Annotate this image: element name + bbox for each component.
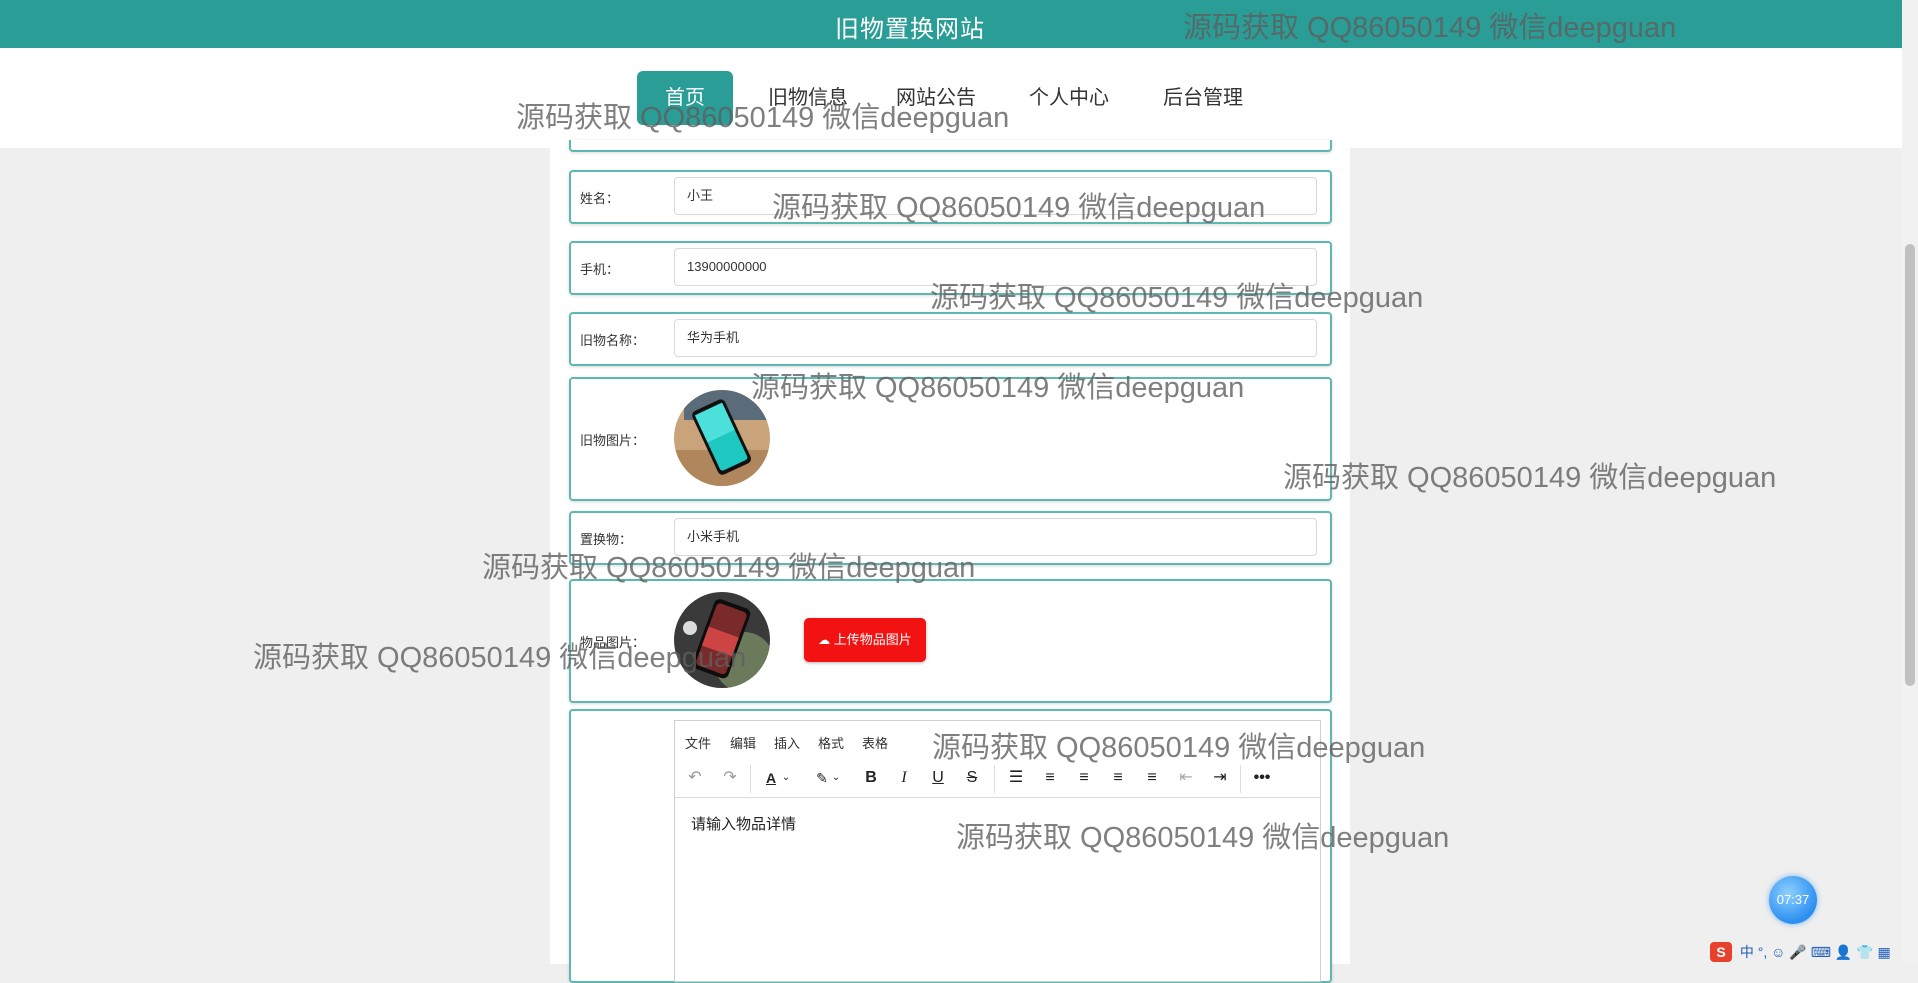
chevron-down-icon[interactable]: ⌄ [829,765,843,791]
align-left-icon[interactable]: ≡ [1037,765,1063,791]
cloud-upload-icon: ☁ [818,633,831,647]
exchange-input[interactable]: 小米手机 [674,518,1317,556]
align-center-icon[interactable]: ≡ [1071,765,1097,791]
form-row-goods-image: 物品图片： ☁ 上传物品图片 [569,579,1332,703]
form-row-name: 姓名： 小王 [569,170,1332,224]
keyboard-icon: ⌨ [1810,944,1831,960]
ime-status: 中 °, [1739,944,1768,960]
nav-user-center[interactable]: 个人中心 [1021,71,1117,125]
align-justify-icon[interactable]: ≡ [1139,765,1165,791]
ime-toolbar[interactable]: S 中 °, ☺ 🎤 ⌨ 👤 👕 ▦ [1710,942,1891,962]
menu-edit[interactable]: 编辑 [730,733,756,752]
item-name-input[interactable]: 华为手机 [674,319,1317,357]
toolbar-divider [1240,765,1241,793]
outdent-icon[interactable]: ⇤ [1173,765,1199,791]
form-row-partial [569,140,1332,152]
nav-bar: 首页 旧物信息 网站公告 个人中心 后台管理 [0,48,1918,148]
nav-admin[interactable]: 后台管理 [1155,71,1251,125]
underline-icon[interactable]: U [925,765,951,791]
form-row-item-image: 旧物图片： [569,377,1332,501]
form-row-exchange: 置换物： 小米手机 [569,511,1332,565]
menu-format[interactable]: 格式 [818,733,844,752]
editor-toolbar: ↶ ↷ A ⌄ ✎ ⌄ B I U S ☰ ≡ ≡ ≡ ≡ ⇤ ⇥ ••• [675,759,1320,798]
goods-image-thumbnail[interactable] [674,592,770,688]
user-icon: 👤 [1834,944,1853,960]
exchange-label: 置换物： [580,532,633,547]
phone-input[interactable]: 13900000000 [674,248,1317,286]
redo-icon[interactable]: ↷ [717,765,743,791]
microphone-icon: 🎤 [1789,944,1807,960]
phone-label: 手机： [580,262,620,277]
skin-icon: 👕 [1856,944,1874,960]
indent-icon[interactable]: ⇥ [1207,765,1233,791]
line-height-icon[interactable]: ☰ [1003,765,1029,791]
sogou-logo-icon: S [1710,942,1732,962]
watermark: 源码获取 QQ86050149 微信deepguan [1283,462,1777,494]
bold-icon[interactable]: B [858,765,884,791]
form-row-details: 文件 编辑 插入 格式 表格 ↶ ↷ A ⌄ ✎ ⌄ B I U S ☰ ≡ ≡… [569,709,1332,983]
name-input[interactable]: 小王 [674,177,1317,215]
nav-items-info[interactable]: 旧物信息 [760,71,856,125]
more-icon[interactable]: ••• [1249,765,1275,791]
upload-button-label: 上传物品图片 [833,632,912,647]
item-image-thumbnail[interactable] [674,390,770,486]
editor-placeholder[interactable]: 请输入物品详情 [691,813,796,834]
item-image-label: 旧物图片： [580,433,646,448]
scrollbar-thumb[interactable] [1905,244,1915,686]
chevron-down-icon[interactable]: ⌄ [779,765,793,791]
form-row-phone: 手机： 13900000000 [569,241,1332,295]
nav-announcements[interactable]: 网站公告 [888,71,984,125]
grid-icon: ▦ [1877,944,1891,960]
italic-icon[interactable]: I [891,765,917,791]
upload-goods-image-button[interactable]: ☁ 上传物品图片 [804,618,926,662]
strikethrough-icon[interactable]: S [959,765,985,791]
align-right-icon[interactable]: ≡ [1105,765,1131,791]
editor-menubar: 文件 编辑 插入 格式 表格 [675,721,1320,759]
site-title: 旧物置换网站 [835,16,985,43]
name-label: 姓名： [580,191,620,206]
undo-icon[interactable]: ↶ [682,765,708,791]
menu-file[interactable]: 文件 [685,733,711,752]
emoji-icon: ☺ [1771,944,1786,960]
form-panel: 姓名： 小王 手机： 13900000000 旧物名称： 华为手机 旧物图片： [550,140,1350,983]
form-row-item-name: 旧物名称： 华为手机 [569,312,1332,366]
rich-text-editor: 文件 编辑 插入 格式 表格 ↶ ↷ A ⌄ ✎ ⌄ B I U S ☰ ≡ ≡… [674,720,1321,982]
menu-table[interactable]: 表格 [862,733,888,752]
toolbar-divider [994,765,995,793]
item-name-label: 旧物名称： [580,333,646,348]
nav-home[interactable]: 首页 [637,71,733,125]
toolbar-divider [750,765,751,793]
floating-timer[interactable]: 07:37 [1769,876,1817,924]
menu-insert[interactable]: 插入 [774,733,800,752]
top-header: 旧物置换网站 [0,0,1918,48]
goods-image-label: 物品图片： [580,635,646,650]
